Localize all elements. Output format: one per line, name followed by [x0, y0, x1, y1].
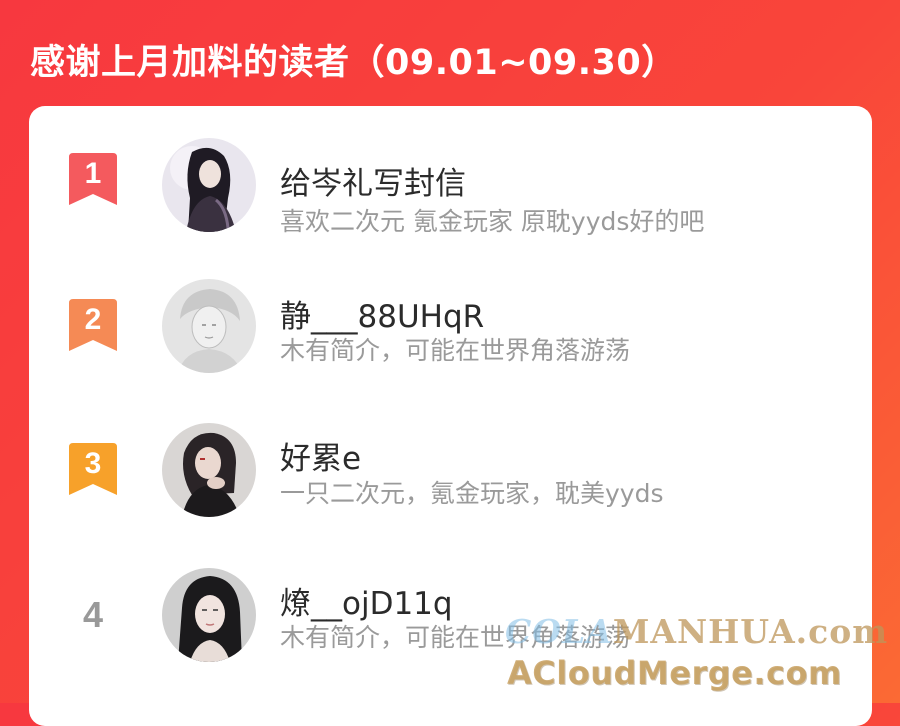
- reader-row-2[interactable]: 2 静___88UHqR 木有简介，可能在世界角落游荡: [29, 269, 872, 373]
- avatar[interactable]: [162, 279, 256, 373]
- reader-list-card: 1 给岑礼写封信 喜欢二次元 氪金玩家 原耽yyds好的吧 2 静___88UH…: [29, 106, 872, 726]
- reader-bio: 一只二次元，氪金玩家，耽美yyds: [280, 479, 664, 508]
- reader-bio: 木有简介，可能在世界角落游荡: [280, 623, 631, 652]
- reader-name: 静___88UHqR: [280, 299, 485, 335]
- avatar[interactable]: [162, 138, 256, 232]
- rank-ribbon-badge: 2: [69, 299, 117, 351]
- reader-name: 给岑礼写封信: [280, 166, 466, 202]
- rank-number: 3: [84, 447, 102, 480]
- reader-bio: 木有简介，可能在世界角落游荡: [280, 336, 631, 365]
- avatar[interactable]: [162, 423, 256, 517]
- page-title: 感谢上月加料的读者（09.01~09.30）: [30, 43, 677, 83]
- rank-ribbon-badge: 3: [69, 443, 117, 495]
- reader-row-4[interactable]: 4 燎__ojD11q 木有简介，可能在世界角落游荡: [29, 556, 872, 662]
- rank-number: 2: [84, 303, 102, 336]
- avatar[interactable]: [162, 568, 256, 662]
- rank-number: 1: [84, 157, 102, 190]
- reader-row-3[interactable]: 3 好累e 一只二次元，氪金玩家，耽美yyds: [29, 411, 872, 517]
- reader-row-1[interactable]: 1 给岑礼写封信 喜欢二次元 氪金玩家 原耽yyds好的吧: [29, 126, 872, 236]
- rank-ribbon-badge: 1: [69, 153, 117, 205]
- reader-name: 燎__ojD11q: [280, 586, 453, 622]
- rank-number: 4: [82, 594, 104, 635]
- reader-name: 好累e: [280, 441, 362, 477]
- reader-bio: 喜欢二次元 氪金玩家 原耽yyds好的吧: [280, 207, 705, 236]
